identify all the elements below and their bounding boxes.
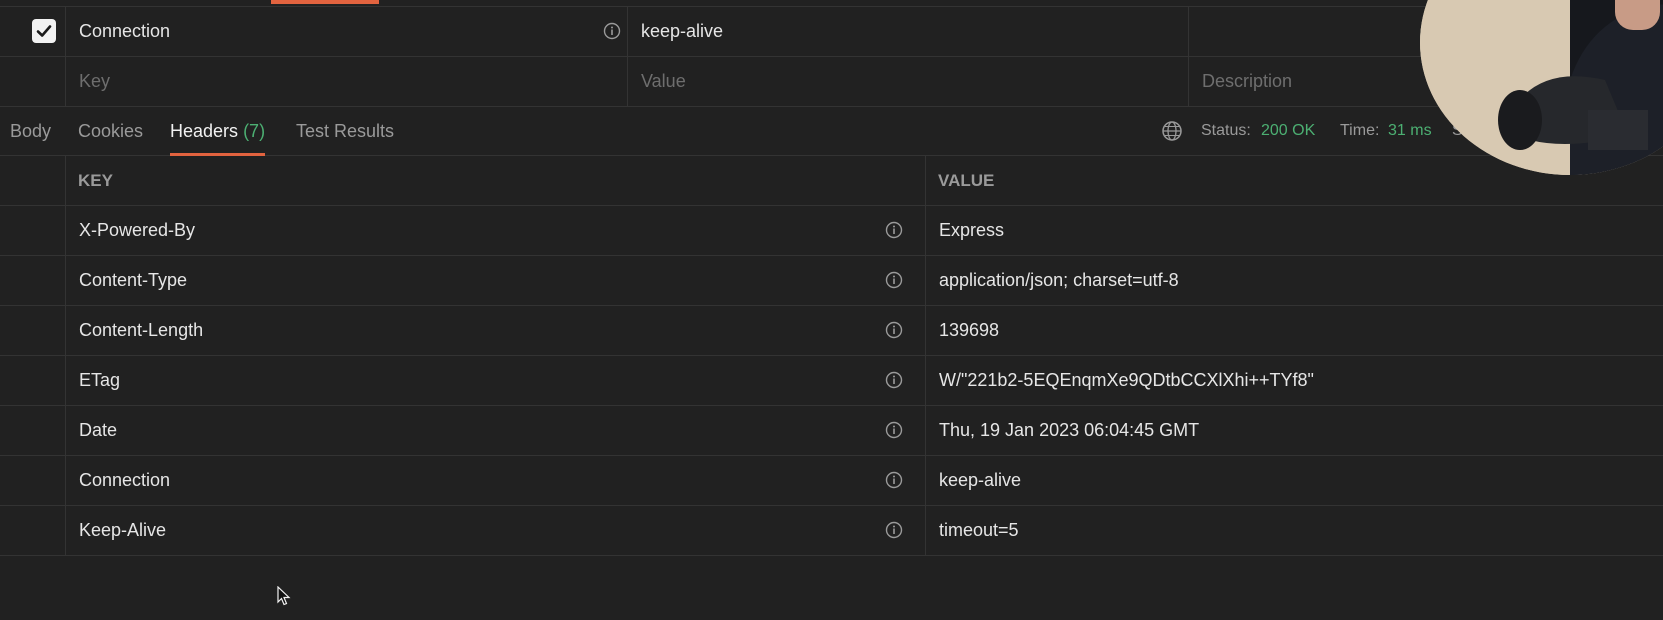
header-key[interactable]: Keep-Alive (79, 506, 166, 555)
header-value[interactable]: timeout=5 (939, 506, 1019, 555)
checkbox-checked-icon[interactable] (32, 19, 56, 43)
column-header-value: VALUE (938, 171, 995, 190)
info-icon[interactable] (885, 221, 903, 239)
tab-body[interactable]: Body (10, 107, 51, 155)
column-divider (925, 506, 926, 555)
column-divider (925, 356, 926, 405)
header-key[interactable]: Content-Type (79, 256, 187, 305)
column-divider (65, 256, 66, 305)
tab-headers-label: Headers (170, 121, 239, 141)
column-divider (627, 7, 628, 56)
description-input[interactable]: Description (1202, 57, 1292, 106)
mouse-cursor-icon (277, 586, 291, 606)
headers-count-badge: (7) (243, 121, 266, 141)
column-divider (65, 57, 66, 106)
column-divider (65, 206, 66, 255)
table-row: X-Powered-By Express (0, 206, 1663, 256)
column-divider (925, 306, 926, 355)
header-value[interactable]: Thu, 19 Jan 2023 06:04:45 GMT (939, 406, 1199, 455)
table-row: ETag W/"221b2-5EQEnqmXe9QDtbCCXlXhi++TYf8… (0, 356, 1663, 406)
request-headers-table: Connection keep-alive Key Value Descript… (0, 7, 1663, 107)
top-strip (0, 0, 1663, 7)
table-row: Content-Length 139698 (0, 306, 1663, 356)
header-key[interactable]: Date (79, 406, 117, 455)
info-icon[interactable] (885, 371, 903, 389)
column-divider (1188, 7, 1189, 56)
header-value[interactable]: W/"221b2-5EQEnqmXe9QDtbCCXlXhi++TYf8" (939, 356, 1314, 405)
info-icon[interactable] (603, 22, 621, 40)
header-key[interactable]: Connection (79, 456, 170, 505)
table-row: Date Thu, 19 Jan 2023 06:04:45 GMT (0, 406, 1663, 456)
time-value: 31 ms (1388, 122, 1432, 139)
status-value: 200 OK (1261, 122, 1316, 139)
table-row: Content-Type application/json; charset=ut… (0, 256, 1663, 306)
header-value[interactable]: 139698 (939, 306, 999, 355)
column-divider (65, 306, 66, 355)
column-divider (925, 156, 926, 205)
column-divider (925, 256, 926, 305)
request-header-value[interactable]: keep-alive (641, 7, 723, 56)
header-value[interactable]: keep-alive (939, 456, 1021, 505)
key-input[interactable]: Key (79, 57, 110, 106)
column-divider (1188, 57, 1189, 106)
header-key[interactable]: X-Powered-By (79, 206, 195, 255)
response-headers-table: KEY VALUE X-Powered-By Express Content-Typ… (0, 156, 1663, 556)
info-icon[interactable] (885, 271, 903, 289)
request-header-row: Connection keep-alive (0, 7, 1663, 57)
value-input[interactable]: Value (641, 57, 686, 106)
status-label: Status: (1201, 122, 1251, 139)
header-value[interactable]: Express (939, 206, 1004, 255)
request-header-empty-row: Key Value Description (0, 57, 1663, 107)
column-divider (65, 406, 66, 455)
column-divider (65, 7, 66, 56)
header-key[interactable]: ETag (79, 356, 120, 405)
table-row: Keep-Alive timeout=5 (0, 506, 1663, 556)
info-icon[interactable] (885, 321, 903, 339)
column-divider (65, 156, 66, 205)
info-icon[interactable] (885, 521, 903, 539)
response-tabs-bar: Body Cookies Headers (7) Test Results St… (0, 107, 1663, 156)
header-key[interactable]: Content-Length (79, 306, 203, 355)
table-header-row: KEY VALUE (0, 156, 1663, 206)
header-value[interactable]: application/json; charset=utf-8 (939, 256, 1179, 305)
column-header-key: KEY (78, 171, 113, 190)
active-tab-indicator (271, 0, 379, 4)
column-divider (65, 456, 66, 505)
time-label: Time: (1340, 122, 1380, 139)
tab-test-results[interactable]: Test Results (296, 107, 394, 155)
column-divider (925, 206, 926, 255)
info-icon[interactable] (885, 421, 903, 439)
table-row: Connection keep-alive (0, 456, 1663, 506)
column-divider (65, 506, 66, 555)
column-divider (925, 406, 926, 455)
tab-headers[interactable]: Headers (7) (170, 107, 266, 156)
column-divider (627, 57, 628, 106)
request-header-key[interactable]: Connection (79, 7, 170, 56)
column-divider (925, 456, 926, 505)
column-divider (65, 356, 66, 405)
globe-icon[interactable] (1161, 120, 1183, 142)
info-icon[interactable] (885, 471, 903, 489)
tab-cookies[interactable]: Cookies (78, 107, 143, 155)
